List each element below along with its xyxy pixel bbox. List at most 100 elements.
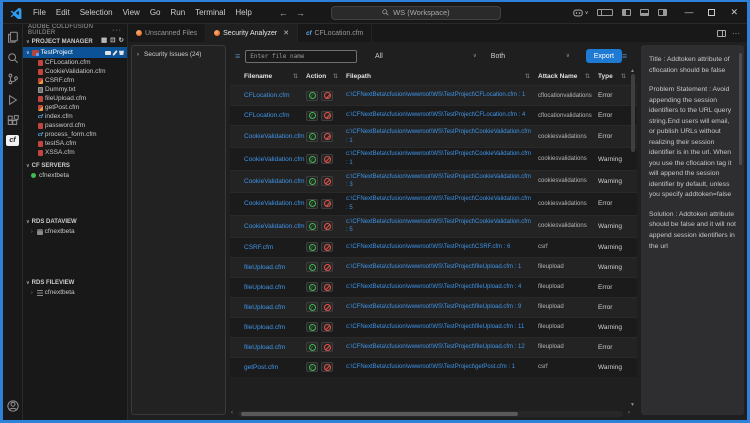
block-button[interactable] — [321, 342, 333, 352]
row-filename-link[interactable]: CookieValidation.cfm — [244, 156, 306, 163]
editor-more-actions-icon[interactable]: ··· — [732, 29, 740, 38]
row-filepath-link[interactable]: c:\CFNextBeta\cfusion\wwwroot\WS\TestPro… — [346, 283, 538, 292]
block-button[interactable] — [321, 302, 333, 312]
scan-project-icon[interactable]: ▦ — [101, 38, 107, 45]
row-filename-link[interactable]: CFLocation.cfm — [244, 112, 306, 119]
allow-button[interactable]: ✓ — [306, 342, 318, 352]
allow-button[interactable]: ✓ — [306, 262, 318, 272]
section-project-manager[interactable]: ∨ PROJECT MANAGER ▦ ⊡ ↻ — [23, 36, 127, 47]
split-editor-icon[interactable] — [717, 30, 726, 37]
vertical-scrollbar[interactable]: ▲ ▼ — [630, 68, 636, 408]
row-filepath-link[interactable]: c:\CFNextBeta\cfusion\wwwroot\WS\TestPro… — [346, 218, 538, 235]
refresh-icon[interactable]: ↻ — [119, 38, 124, 45]
tree-item-file[interactable]: XSSA.cfm — [23, 148, 127, 157]
row-filepath-link[interactable]: c:\CFNextBeta\cfusion\wwwroot\WS\TestPro… — [346, 343, 538, 352]
block-button[interactable] — [321, 221, 333, 231]
table-row[interactable]: getPost.cfm ✓ c:\CFNextBeta\cfusion\wwwr… — [230, 357, 637, 377]
row-filepath-link[interactable]: c:\CFNextBeta\cfusion\wwwroot\WS\TestPro… — [346, 323, 538, 332]
section-rds-dataview[interactable]: ∨ RDS DATAVIEW — [23, 216, 127, 227]
allow-button[interactable]: ✓ — [306, 322, 318, 332]
close-tab-icon[interactable]: ✕ — [283, 29, 289, 37]
block-button[interactable] — [321, 154, 333, 164]
maximize-button[interactable] — [708, 9, 715, 16]
menu-go[interactable]: Go — [145, 8, 166, 17]
export-button[interactable]: Export — [586, 49, 622, 63]
toggle-sidebar-icon[interactable] — [622, 9, 631, 16]
horizontal-scrollbar[interactable]: ‹ › — [238, 411, 623, 417]
row-filepath-link[interactable]: c:\CFNextBeta\cfusion\wwwroot\WS\TestPro… — [346, 243, 538, 252]
forward-arrow-icon[interactable]: → — [296, 8, 305, 18]
menu-file[interactable]: File — [28, 8, 51, 17]
tree-item-file[interactable]: testSA.cfm — [23, 139, 127, 148]
account-icon[interactable] — [6, 399, 19, 412]
table-row[interactable]: CookieValidation.cfm ✓ c:\CFNextBeta\cfu… — [230, 147, 637, 169]
tree-item-rds-dataview[interactable]: › cfnextbeta — [23, 227, 127, 236]
col-type[interactable]: Type — [598, 73, 613, 80]
menu-icon[interactable]: ≡ — [235, 52, 240, 61]
table-row[interactable]: CFLocation.cfm ✓ c:\CFNextBeta\cfusion\w… — [230, 85, 637, 105]
minimize-button[interactable]: — — [684, 8, 693, 17]
row-filepath-link[interactable]: c:\CFNextBeta\cfusion\wwwroot\WS\TestPro… — [346, 263, 538, 272]
row-filename-link[interactable]: CookieValidation.cfm — [244, 200, 306, 207]
scrollbar-thumb[interactable] — [739, 53, 742, 165]
row-filename-link[interactable]: fileUpload.cfm — [244, 344, 306, 351]
row-filename-link[interactable]: fileUpload.cfm — [244, 264, 306, 271]
row-filename-link[interactable]: CFLocation.cfm — [244, 92, 306, 99]
row-filename-link[interactable]: fileUpload.cfm — [244, 284, 306, 291]
row-filepath-link[interactable]: c:\CFNextBeta\cfusion\wwwroot\WS\TestPro… — [346, 363, 538, 372]
tree-item-file[interactable]: getPost.cfm — [23, 103, 127, 112]
row-filename-link[interactable]: CookieValidation.cfm — [244, 133, 306, 140]
coldfusion-builder-icon[interactable]: cf — [6, 135, 19, 146]
block-button[interactable] — [321, 362, 333, 372]
delete-icon[interactable] — [119, 50, 124, 55]
tree-item-file[interactable]: CookieValidation.cfm — [23, 67, 127, 76]
new-folder-icon[interactable] — [105, 51, 111, 55]
source-control-icon[interactable] — [6, 72, 19, 85]
tree-item-file[interactable]: process_form.cfm — [23, 130, 127, 139]
toggle-secondary-sidebar-icon[interactable] — [658, 9, 667, 16]
workspace-search-box[interactable]: WS (Workspace) — [331, 6, 501, 20]
menu-selection[interactable]: Selection — [75, 8, 118, 17]
row-filename-link[interactable]: getPost.cfm — [244, 364, 306, 371]
tree-item-project[interactable]: ∨ TestProject — [23, 47, 127, 58]
tree-item-file[interactable]: Dummy.txt — [23, 85, 127, 94]
col-attack-name[interactable]: Attack Name — [538, 73, 577, 80]
block-button[interactable] — [321, 262, 333, 272]
row-filepath-link[interactable]: c:\CFNextBeta\cfusion\wwwroot\WS\TestPro… — [346, 173, 538, 190]
table-row[interactable]: fileUpload.cfm ✓ c:\CFNextBeta\cfusion\w… — [230, 337, 637, 357]
row-filename-link[interactable]: CSRF.cfm — [244, 244, 306, 251]
allow-button[interactable]: ✓ — [306, 111, 318, 121]
import-project-icon[interactable]: ⊡ — [110, 38, 115, 45]
scroll-left-icon[interactable]: ‹ — [231, 410, 233, 416]
file-name-filter-input[interactable] — [245, 50, 357, 63]
block-button[interactable] — [321, 322, 333, 332]
allow-button[interactable]: ✓ — [306, 132, 318, 142]
block-button[interactable] — [321, 282, 333, 292]
tree-item-file[interactable]: CSRF.cfm — [23, 76, 127, 85]
sort-icon[interactable]: ⇅ — [621, 73, 626, 80]
back-arrow-icon[interactable]: ← — [279, 8, 288, 18]
table-row[interactable]: fileUpload.cfm ✓ c:\CFNextBeta\cfusion\w… — [230, 257, 637, 277]
allow-button[interactable]: ✓ — [306, 176, 318, 186]
allow-button[interactable]: ✓ — [306, 91, 318, 101]
menu-edit[interactable]: Edit — [51, 8, 75, 17]
table-row[interactable]: fileUpload.cfm ✓ c:\CFNextBeta\cfusion\w… — [230, 277, 637, 297]
col-action[interactable]: Action — [306, 73, 326, 80]
allow-button[interactable]: ✓ — [306, 362, 318, 372]
row-filename-link[interactable]: fileUpload.cfm — [244, 304, 306, 311]
tree-item-file[interactable]: fileUpload.cfm — [23, 94, 127, 103]
table-row[interactable]: CookieValidation.cfm ✓ c:\CFNextBeta\cfu… — [230, 215, 637, 237]
tree-item-file[interactable]: CFLocation.cfm — [23, 58, 127, 67]
menu-icon[interactable]: ≡ — [622, 52, 627, 61]
search-view-icon[interactable] — [6, 51, 19, 64]
severity-select[interactable]: Both ∨ — [491, 53, 570, 60]
sort-icon[interactable]: ⇅ — [585, 73, 590, 80]
tab-security-analyzer[interactable]: Security Analyzer ✕ — [206, 24, 298, 42]
tree-item-rds-fileview[interactable]: › cfnextbeta — [23, 288, 127, 297]
tree-item-file[interactable]: index.cfm — [23, 112, 127, 121]
row-filepath-link[interactable]: c:\CFNextBeta\cfusion\wwwroot\WS\TestPro… — [346, 128, 538, 145]
scroll-right-icon[interactable]: › — [628, 410, 630, 416]
section-rds-fileview[interactable]: ∨ RDS FILEVIEW — [23, 277, 127, 288]
attack-type-select[interactable]: All ∨ — [375, 53, 477, 60]
table-row[interactable]: CookieValidation.cfm ✓ c:\CFNextBeta\cfu… — [230, 170, 637, 192]
